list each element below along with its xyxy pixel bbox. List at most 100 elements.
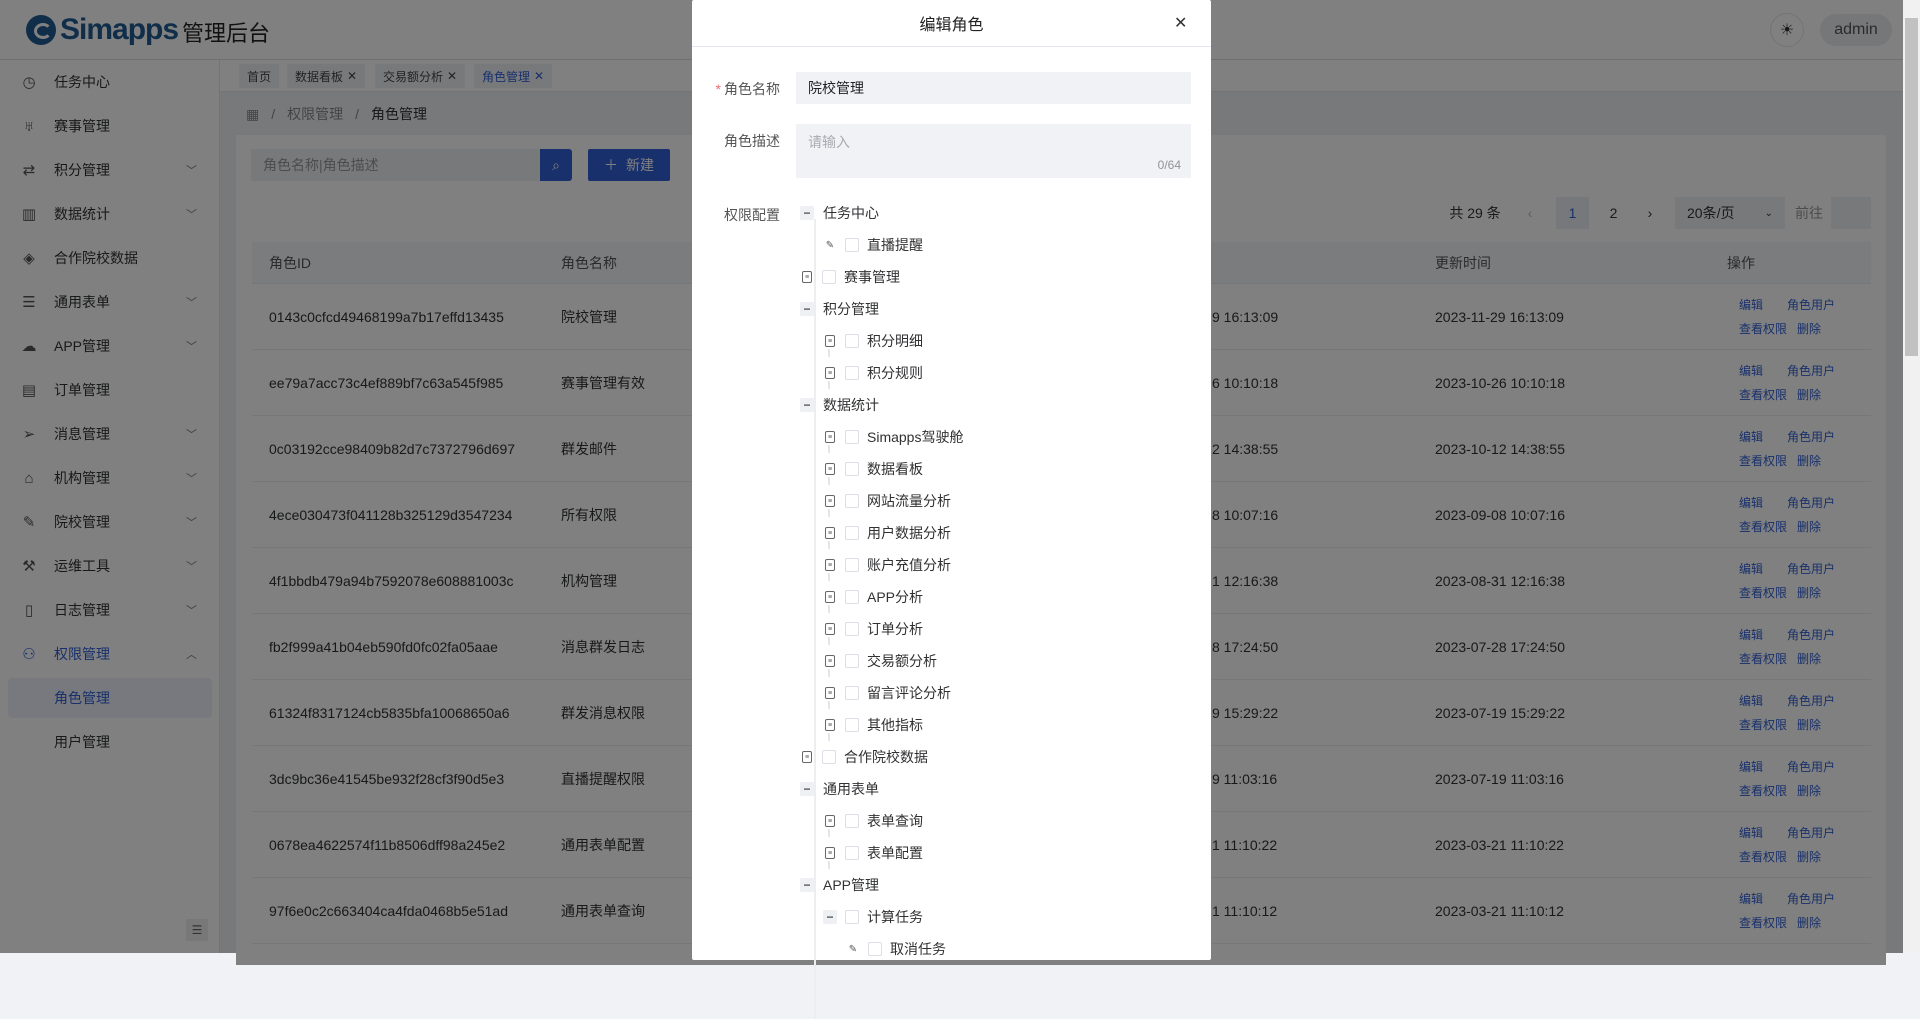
sidebar-item[interactable]: ⚒ 运维工具 ﹀ [0, 544, 220, 588]
tree-checkbox[interactable] [845, 462, 859, 476]
edit-link[interactable]: 编辑 [1739, 558, 1787, 580]
tree-node[interactable]: ≡ 账户充值分析 [692, 549, 1211, 581]
delete-link[interactable]: 删除 [1787, 582, 1835, 604]
search-input[interactable]: 角色名称|角色描述 [251, 149, 541, 181]
sidebar-item[interactable]: ☁ APP管理 ﹀ [0, 324, 220, 368]
close-tab-icon[interactable]: ✕ [447, 69, 457, 83]
delete-link[interactable]: 删除 [1787, 912, 1835, 934]
sidebar-item[interactable]: ➢ 消息管理 ﹀ [0, 412, 220, 456]
tab[interactable]: 交易额分析 ✕ [375, 64, 466, 88]
tree-node[interactable]: − 计算任务 [692, 901, 1211, 933]
role-users-link[interactable]: 角色用户 [1787, 624, 1835, 646]
tree-node[interactable]: ≡ 积分规则 [692, 357, 1211, 389]
breadcrumb-item[interactable]: 权限管理 [287, 104, 343, 124]
view-permissions-link[interactable]: 查看权限 [1739, 450, 1787, 472]
prev-page-button[interactable]: ‹ [1520, 197, 1540, 229]
tree-checkbox[interactable] [845, 718, 859, 732]
view-permissions-link[interactable]: 查看权限 [1739, 714, 1787, 736]
tree-node[interactable]: − 通用表单 [692, 773, 1211, 805]
view-permissions-link[interactable]: 查看权限 [1739, 318, 1787, 340]
tab[interactable]: 角色管理 ✕ [474, 64, 553, 88]
tree-node[interactable]: ≡ 表单配置 [692, 837, 1211, 869]
tree-checkbox[interactable] [845, 686, 859, 700]
tree-checkbox[interactable] [845, 430, 859, 444]
tree-checkbox[interactable] [845, 654, 859, 668]
sidebar-item[interactable]: ▯ 日志管理 ﹀ [0, 588, 220, 632]
tree-checkbox[interactable] [822, 750, 836, 764]
sidebar-item[interactable]: ◈ 合作院校数据 [0, 236, 220, 280]
collapse-icon[interactable]: − [800, 398, 814, 412]
tree-checkbox[interactable] [845, 238, 859, 252]
edit-link[interactable]: 编辑 [1739, 624, 1787, 646]
tree-node[interactable]: − APP管理 [692, 869, 1211, 901]
tree-checkbox[interactable] [845, 622, 859, 636]
role-name-input[interactable]: 院校管理 [796, 72, 1191, 104]
close-icon[interactable]: ✕ [1174, 13, 1187, 33]
collapse-icon[interactable]: − [800, 782, 814, 796]
delete-link[interactable]: 删除 [1787, 384, 1835, 406]
search-button[interactable]: ⌕ [540, 149, 572, 181]
tab[interactable]: 数据看板 ✕ [287, 64, 366, 88]
view-permissions-link[interactable]: 查看权限 [1739, 780, 1787, 802]
new-role-button[interactable]: ＋ 新建 [588, 149, 670, 181]
delete-link[interactable]: 删除 [1787, 648, 1835, 670]
delete-link[interactable]: 删除 [1787, 318, 1835, 340]
delete-link[interactable]: 删除 [1787, 516, 1835, 538]
role-users-link[interactable]: 角色用户 [1787, 558, 1835, 580]
apps-grid-icon[interactable]: ▦ [246, 106, 259, 123]
tree-node[interactable]: ≡ APP分析 [692, 581, 1211, 613]
page-1-button[interactable]: 1 [1556, 197, 1589, 229]
scrollbar-thumb[interactable] [1905, 18, 1918, 356]
logo[interactable]: Simapps [26, 10, 179, 50]
edit-link[interactable]: 编辑 [1739, 426, 1787, 448]
tree-checkbox[interactable] [845, 846, 859, 860]
sidebar-item[interactable]: ▥ 数据统计 ﹀ [0, 192, 220, 236]
collapse-icon[interactable]: − [800, 302, 814, 316]
tree-checkbox[interactable] [868, 942, 882, 956]
tree-node[interactable]: − 积分管理 [692, 293, 1211, 325]
edit-link[interactable]: 编辑 [1739, 360, 1787, 382]
delete-link[interactable]: 删除 [1787, 450, 1835, 472]
view-permissions-link[interactable]: 查看权限 [1739, 648, 1787, 670]
role-users-link[interactable]: 角色用户 [1787, 822, 1835, 844]
edit-link[interactable]: 编辑 [1739, 690, 1787, 712]
tree-node[interactable]: ≡ Simapps驾驶舱 [692, 421, 1211, 453]
tree-node[interactable]: ≡ 合作院校数据 [692, 741, 1211, 773]
tree-checkbox[interactable] [845, 590, 859, 604]
view-permissions-link[interactable]: 查看权限 [1739, 912, 1787, 934]
view-permissions-link[interactable]: 查看权限 [1739, 516, 1787, 538]
tree-checkbox[interactable] [845, 366, 859, 380]
tree-node[interactable]: ✎ 直播提醒 [692, 229, 1211, 261]
role-users-link[interactable]: 角色用户 [1787, 426, 1835, 448]
tree-node[interactable]: ≡ 用户数据分析 [692, 517, 1211, 549]
edit-link[interactable]: 编辑 [1739, 492, 1787, 514]
tree-node[interactable]: ✎ 取消任务 [692, 933, 1211, 965]
sidebar-subitem[interactable]: 用户管理 [0, 720, 220, 764]
role-users-link[interactable]: 角色用户 [1787, 492, 1835, 514]
tree-node[interactable]: ≡ 留言评论分析 [692, 677, 1211, 709]
sidebar-item[interactable]: ✎ 院校管理 ﹀ [0, 500, 220, 544]
tree-node[interactable]: ≡ 交易额分析 [692, 645, 1211, 677]
edit-link[interactable]: 编辑 [1739, 822, 1787, 844]
collapse-sidebar-button[interactable]: ☰ [186, 919, 208, 941]
theme-toggle-button[interactable]: ☀ [1770, 13, 1804, 47]
collapse-icon[interactable]: − [800, 206, 814, 220]
tree-node[interactable]: − 任务中心 [692, 197, 1211, 229]
next-page-button[interactable]: › [1640, 197, 1660, 229]
view-permissions-link[interactable]: 查看权限 [1739, 384, 1787, 406]
view-permissions-link[interactable]: 查看权限 [1739, 582, 1787, 604]
edit-link[interactable]: 编辑 [1739, 294, 1787, 316]
goto-page-input[interactable] [1831, 197, 1871, 229]
tree-checkbox[interactable] [845, 334, 859, 348]
role-desc-textarea[interactable]: 请输入 0/64 [796, 124, 1191, 178]
collapse-icon[interactable]: − [823, 910, 837, 924]
sidebar-item[interactable]: ⌂ 机构管理 ﹀ [0, 456, 220, 500]
sidebar-subitem[interactable]: 角色管理 [8, 678, 212, 718]
role-users-link[interactable]: 角色用户 [1787, 690, 1835, 712]
tree-checkbox[interactable] [845, 910, 859, 924]
sidebar-item[interactable]: ⇄ 积分管理 ﹀ [0, 148, 220, 192]
sidebar-item[interactable]: ⚇ 权限管理 ︿ [0, 632, 220, 676]
role-users-link[interactable]: 角色用户 [1787, 888, 1835, 910]
role-users-link[interactable]: 角色用户 [1787, 360, 1835, 382]
tree-node[interactable]: ≡ 网站流量分析 [692, 485, 1211, 517]
